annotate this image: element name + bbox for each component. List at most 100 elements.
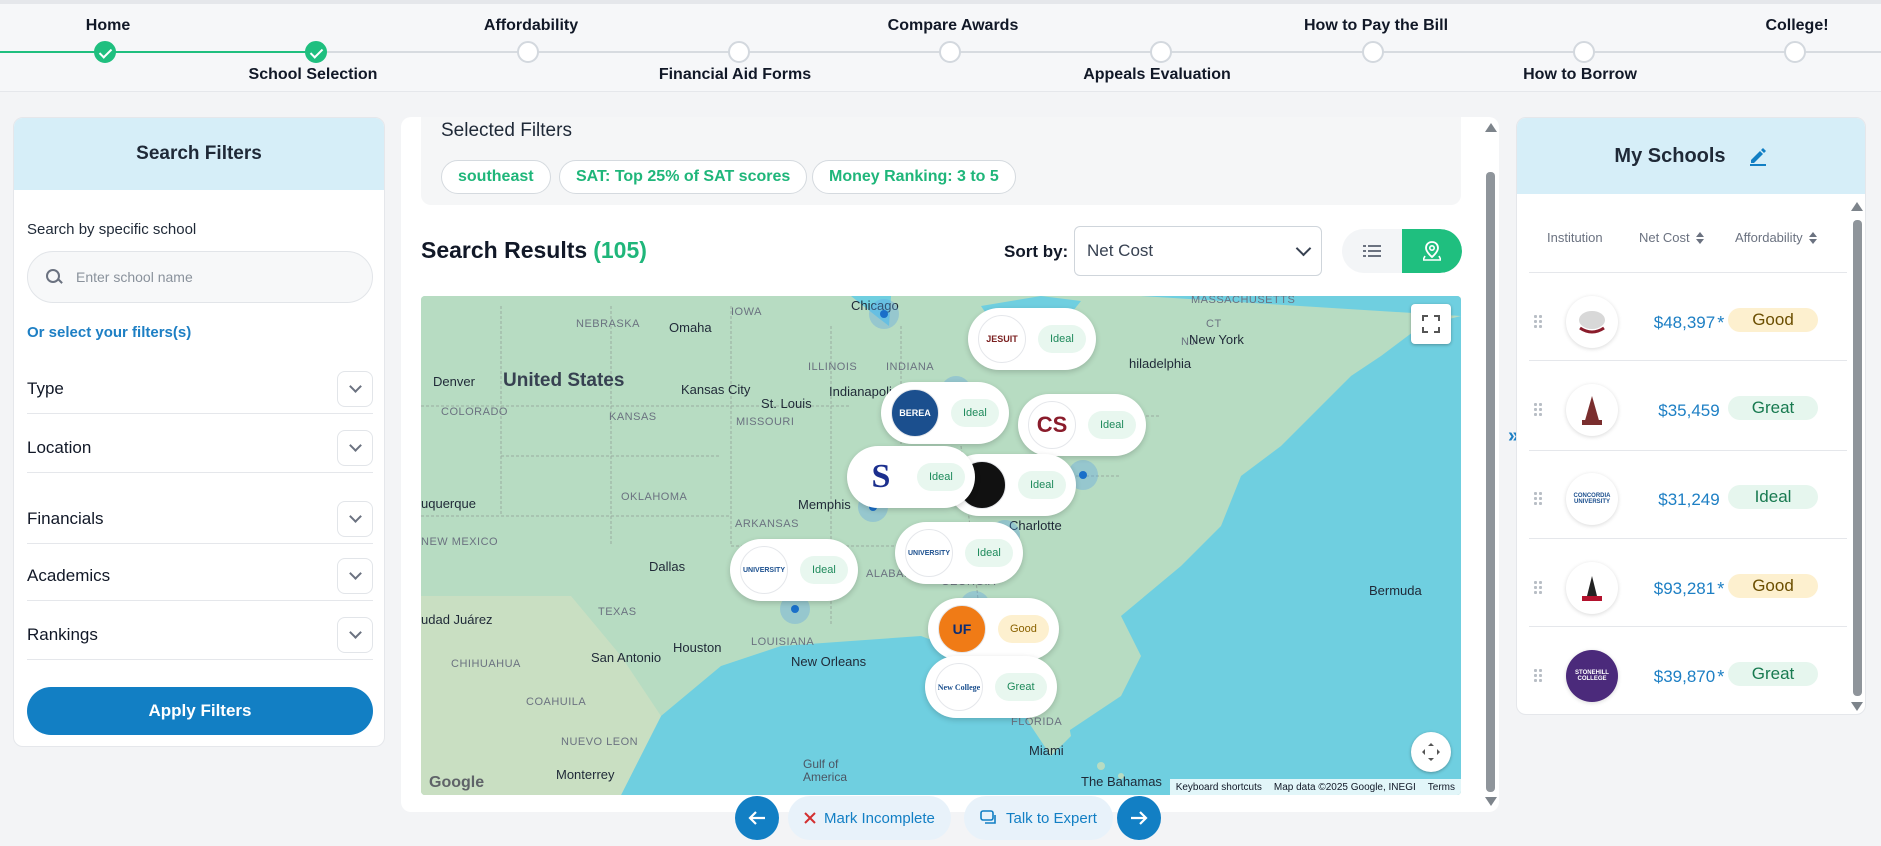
filter-financials[interactable]: Financials: [27, 494, 373, 544]
step-how-to-pay-dot[interactable]: [1362, 41, 1384, 63]
drag-handle-icon[interactable]: [1533, 580, 1543, 596]
drag-handle-icon[interactable]: [1533, 402, 1543, 418]
map-label-iowa: IOWA: [731, 306, 762, 318]
results-scrollbar[interactable]: [1486, 172, 1495, 792]
filter-type-toggle[interactable]: [337, 370, 373, 407]
filter-location[interactable]: Location: [27, 423, 373, 473]
map-marker-school[interactable]: UF Good: [928, 598, 1059, 660]
rating-badge: Ideal: [1088, 411, 1136, 439]
list-view-button[interactable]: [1342, 229, 1402, 273]
map-label-kansas: KANSAS: [609, 411, 657, 423]
my-school-row[interactable]: STONEHILL COLLEGE $39,870 * Great: [1517, 632, 1847, 714]
view-toggle[interactable]: [1342, 229, 1462, 273]
step-how-to-borrow-dot[interactable]: [1573, 41, 1595, 63]
step-home-check-icon[interactable]: [94, 41, 116, 63]
step-college-label[interactable]: College!: [1765, 17, 1828, 35]
filter-location-toggle[interactable]: [337, 429, 373, 466]
filter-type[interactable]: Type: [27, 364, 373, 414]
school-search-box[interactable]: [27, 251, 373, 303]
map-camera-control[interactable]: [1411, 732, 1451, 772]
school-logo: BEREA: [891, 389, 939, 437]
map-label-coahuila: COAHUILA: [526, 696, 587, 708]
apply-filters-button[interactable]: Apply Filters: [27, 687, 373, 735]
rating-badge: Ideal: [917, 463, 965, 491]
scroll-down-arrow[interactable]: [1485, 797, 1497, 806]
previous-button[interactable]: [735, 796, 779, 840]
step-how-to-borrow-label[interactable]: How to Borrow: [1523, 66, 1637, 84]
step-college-dot[interactable]: [1784, 41, 1806, 63]
my-school-row[interactable]: $35,459 Great: [1517, 366, 1847, 454]
fullscreen-button[interactable]: [1411, 304, 1451, 344]
col-affordability-label: Affordability: [1735, 230, 1803, 245]
map-label-bermuda: Bermuda: [1369, 583, 1422, 598]
results-map[interactable]: IOWA NEBRASKA KANSAS MISSOURI ILLINOIS I…: [421, 296, 1461, 795]
school-search-input[interactable]: [76, 269, 336, 285]
map-marker-school[interactable]: S Ideal: [847, 446, 975, 508]
map-label-ct: CT: [1206, 318, 1222, 330]
keyboard-shortcuts-link[interactable]: Keyboard shortcuts: [1176, 782, 1262, 793]
map-marker-school[interactable]: JESUIT Ideal: [968, 308, 1096, 370]
step-appeals-evaluation-dot[interactable]: [1150, 41, 1172, 63]
school-logo: New College: [935, 663, 983, 711]
filter-academics-toggle[interactable]: [337, 557, 373, 594]
filter-chip-money-ranking[interactable]: Money Ranking: 3 to 5: [812, 160, 1016, 194]
coyote-logo-icon: [1582, 396, 1602, 425]
divider: [1529, 450, 1847, 451]
filter-financials-toggle[interactable]: [337, 500, 373, 537]
search-icon: [46, 269, 62, 285]
step-how-to-pay-label[interactable]: How to Pay the Bill: [1304, 17, 1448, 35]
mark-incomplete-button[interactable]: Mark Incomplete: [788, 796, 951, 840]
map-view-button[interactable]: [1402, 229, 1462, 273]
col-net-cost[interactable]: Net Cost: [1639, 230, 1704, 245]
step-affordability-label[interactable]: Affordability: [484, 17, 578, 35]
map-marker-school[interactable]: New College Great: [925, 656, 1057, 718]
map-label-new-orleans: New Orleans: [791, 654, 867, 669]
map-marker-school[interactable]: CS Ideal: [1018, 394, 1146, 456]
search-filters-panel: Search Filters Search by specific school…: [13, 117, 385, 747]
step-appeals-evaluation-label[interactable]: Appeals Evaluation: [1083, 66, 1231, 84]
step-school-selection-check-icon[interactable]: [305, 41, 327, 63]
map-cluster-dot[interactable]: [869, 299, 899, 329]
col-affordability[interactable]: Affordability: [1735, 230, 1817, 245]
step-financial-aid-forms-dot[interactable]: [728, 41, 750, 63]
step-affordability-dot[interactable]: [517, 41, 539, 63]
map-label-st-louis: St. Louis: [761, 396, 812, 411]
map-marker-school[interactable]: UNIVERSITY Ideal: [730, 539, 858, 601]
map-label-monterrey: Monterrey: [556, 767, 615, 782]
step-compare-awards-label[interactable]: Compare Awards: [888, 17, 1019, 35]
filter-chip-sat[interactable]: SAT: Top 25% of SAT scores: [559, 160, 808, 194]
step-home-label[interactable]: Home: [86, 17, 130, 35]
filter-rankings[interactable]: Rankings: [27, 610, 373, 660]
drag-handle-icon[interactable]: [1533, 668, 1543, 684]
map-attribution: Keyboard shortcuts Map data ©2025 Google…: [1169, 779, 1461, 795]
list-icon: [1363, 245, 1381, 257]
scroll-up-arrow[interactable]: [1485, 123, 1497, 132]
talk-to-expert-button[interactable]: Talk to Expert: [964, 796, 1113, 840]
divider: [1529, 360, 1847, 361]
my-school-row[interactable]: $48,397 * Good: [1517, 278, 1847, 366]
map-label-new-mexico: NEW MEXICO: [421, 536, 499, 548]
scroll-down-arrow[interactable]: [1851, 702, 1863, 711]
map-marker-school[interactable]: UNIVERSITY Ideal: [895, 522, 1023, 584]
terms-link[interactable]: Terms: [1428, 782, 1455, 793]
drag-handle-icon[interactable]: [1533, 491, 1543, 507]
edit-pencil-icon[interactable]: [1748, 146, 1768, 166]
filter-chip-southeast[interactable]: southeast: [441, 160, 551, 194]
next-button[interactable]: [1117, 796, 1161, 840]
drag-handle-icon[interactable]: [1533, 314, 1543, 330]
my-school-row[interactable]: CONCORDIA UNIVERSITY $31,249 Ideal: [1517, 455, 1847, 543]
filter-academics[interactable]: Academics: [27, 551, 373, 601]
map-label-miami: Miami: [1029, 743, 1064, 758]
scroll-up-arrow[interactable]: [1851, 202, 1863, 211]
step-compare-awards-dot[interactable]: [939, 41, 961, 63]
map-label-oklahoma: OKLAHOMA: [621, 491, 688, 503]
filter-rankings-toggle[interactable]: [337, 616, 373, 653]
my-schools-scrollbar[interactable]: [1853, 220, 1862, 696]
map-marker-school[interactable]: BEREA Ideal: [881, 382, 1009, 444]
or-select-filters-link[interactable]: Or select your filters(s): [27, 324, 191, 341]
my-school-row[interactable]: $93,281 * Good: [1517, 544, 1847, 632]
sort-by-select[interactable]: Net Cost: [1074, 226, 1322, 276]
rating-badge: Ideal: [1018, 471, 1066, 499]
step-financial-aid-forms-label[interactable]: Financial Aid Forms: [659, 66, 811, 84]
step-school-selection-label[interactable]: School Selection: [249, 66, 378, 84]
